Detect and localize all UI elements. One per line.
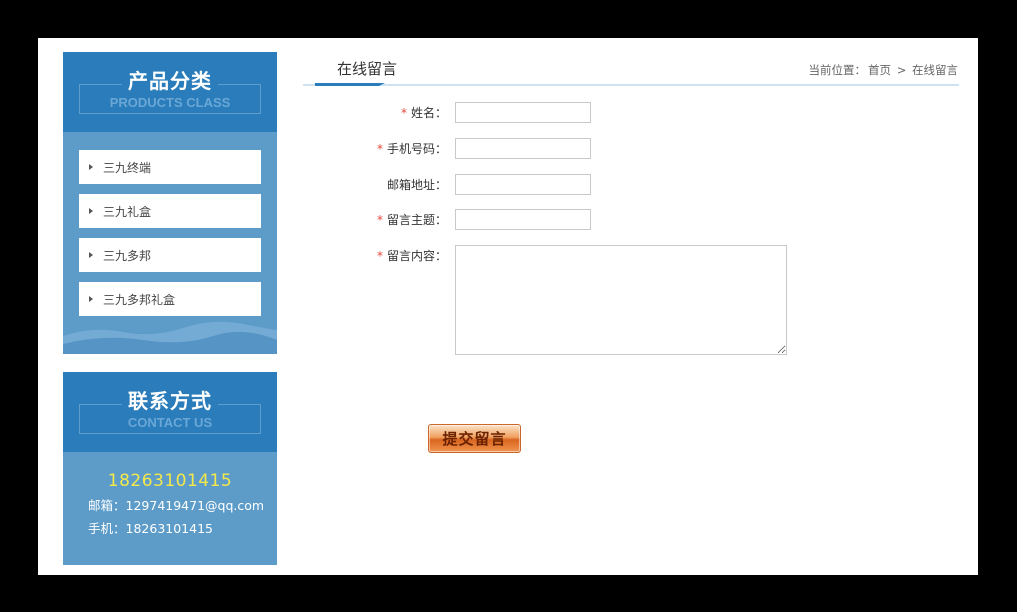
contact-header: 联系方式 CONTACT US	[63, 372, 277, 452]
hotline-number: 18263101415	[107, 471, 233, 491]
category-item-0[interactable]: 三九终端	[79, 150, 261, 184]
email-input[interactable]	[455, 174, 591, 195]
content-label-text: 留言内容：	[386, 249, 447, 263]
caret-right-icon	[89, 164, 93, 170]
caret-right-icon	[89, 208, 93, 214]
category-title-en: PRODUCTS CLASS	[109, 95, 231, 110]
email-row: 邮箱地址：	[303, 174, 591, 195]
email-label: 邮箱地址：	[303, 176, 453, 193]
name-input[interactable]	[455, 102, 591, 123]
title-underline	[315, 83, 385, 86]
subject-row: * 留言主题：	[303, 209, 591, 230]
contact-email-line: 邮箱：1297419471@qq.com	[63, 494, 277, 517]
phone-label-text: 手机号码：	[386, 142, 447, 156]
breadcrumb-home-link[interactable]: 首页	[868, 63, 891, 77]
main-content: 在线留言 当前位置： 首页 > 在线留言 * 姓名： * 手机号码： 邮箱地址：…	[303, 52, 959, 453]
contact-title: 联系方式	[122, 389, 218, 413]
subject-label-text: 留言主题：	[386, 213, 447, 227]
name-row: * 姓名：	[303, 102, 591, 123]
page: 产品分类 PRODUCTS CLASS 三九终端 三九礼盒 三九多邦 三九多邦礼…	[38, 38, 978, 575]
contact-mobile-line: 手机：18263101415	[63, 517, 277, 540]
category-item-label: 三九终端	[103, 160, 152, 175]
phone-row: * 手机号码：	[303, 138, 591, 159]
subject-input[interactable]	[455, 209, 591, 230]
name-label-text: 姓名：	[410, 106, 447, 120]
submit-button[interactable]: 提交留言	[428, 424, 521, 453]
phone-input[interactable]	[455, 138, 591, 159]
product-category-header: 产品分类 PRODUCTS CLASS	[63, 52, 277, 132]
mountains-decoration	[63, 321, 277, 354]
required-mark: *	[376, 142, 383, 156]
category-item-3[interactable]: 三九多邦礼盒	[79, 282, 261, 316]
caret-right-icon	[89, 296, 93, 302]
category-title: 产品分类	[122, 69, 218, 93]
contact-panel: 联系方式 CONTACT US 18263101415 邮箱：129741947…	[63, 372, 277, 565]
title-bar: 在线留言 当前位置： 首页 > 在线留言	[303, 52, 959, 86]
content-textarea[interactable]	[455, 245, 787, 355]
category-item-label: 三九多邦	[103, 248, 152, 263]
name-label: * 姓名：	[303, 104, 453, 121]
category-item-2[interactable]: 三九多邦	[79, 238, 261, 272]
caret-right-icon	[89, 252, 93, 258]
category-item-label: 三九多邦礼盒	[103, 292, 176, 307]
breadcrumb-separator: >	[896, 63, 907, 77]
breadcrumb-current: 在线留言	[912, 63, 958, 77]
required-mark: *	[376, 249, 383, 263]
content-label: * 留言内容：	[303, 245, 453, 264]
device-frame: 产品分类 PRODUCTS CLASS 三九终端 三九礼盒 三九多邦 三九多邦礼…	[0, 0, 1017, 612]
product-category-panel: 产品分类 PRODUCTS CLASS 三九终端 三九礼盒 三九多邦 三九多邦礼…	[63, 52, 277, 354]
required-mark: *	[376, 213, 383, 227]
contact-title-en: CONTACT US	[127, 415, 213, 430]
mobile-label: 手机：	[88, 521, 126, 536]
phone-label: * 手机号码：	[303, 140, 453, 157]
email-label-text: 邮箱地址：	[386, 178, 447, 192]
breadcrumb-prefix: 当前位置：	[808, 63, 867, 77]
category-item-1[interactable]: 三九礼盒	[79, 194, 261, 228]
required-mark: *	[400, 106, 407, 120]
category-item-label: 三九礼盒	[103, 204, 152, 219]
subject-label: * 留言主题：	[303, 211, 453, 228]
email-value: 1297419471@qq.com	[125, 498, 265, 513]
page-title: 在线留言	[337, 60, 398, 78]
mobile-value: 18263101415	[125, 521, 213, 536]
content-row: * 留言内容：	[303, 245, 787, 355]
breadcrumb: 当前位置： 首页 > 在线留言	[808, 62, 959, 78]
contact-body: 18263101415 邮箱：1297419471@qq.com 手机：1826…	[63, 452, 277, 540]
email-label: 邮箱：	[88, 498, 126, 513]
category-list: 三九终端 三九礼盒 三九多邦 三九多邦礼盒	[63, 132, 277, 316]
